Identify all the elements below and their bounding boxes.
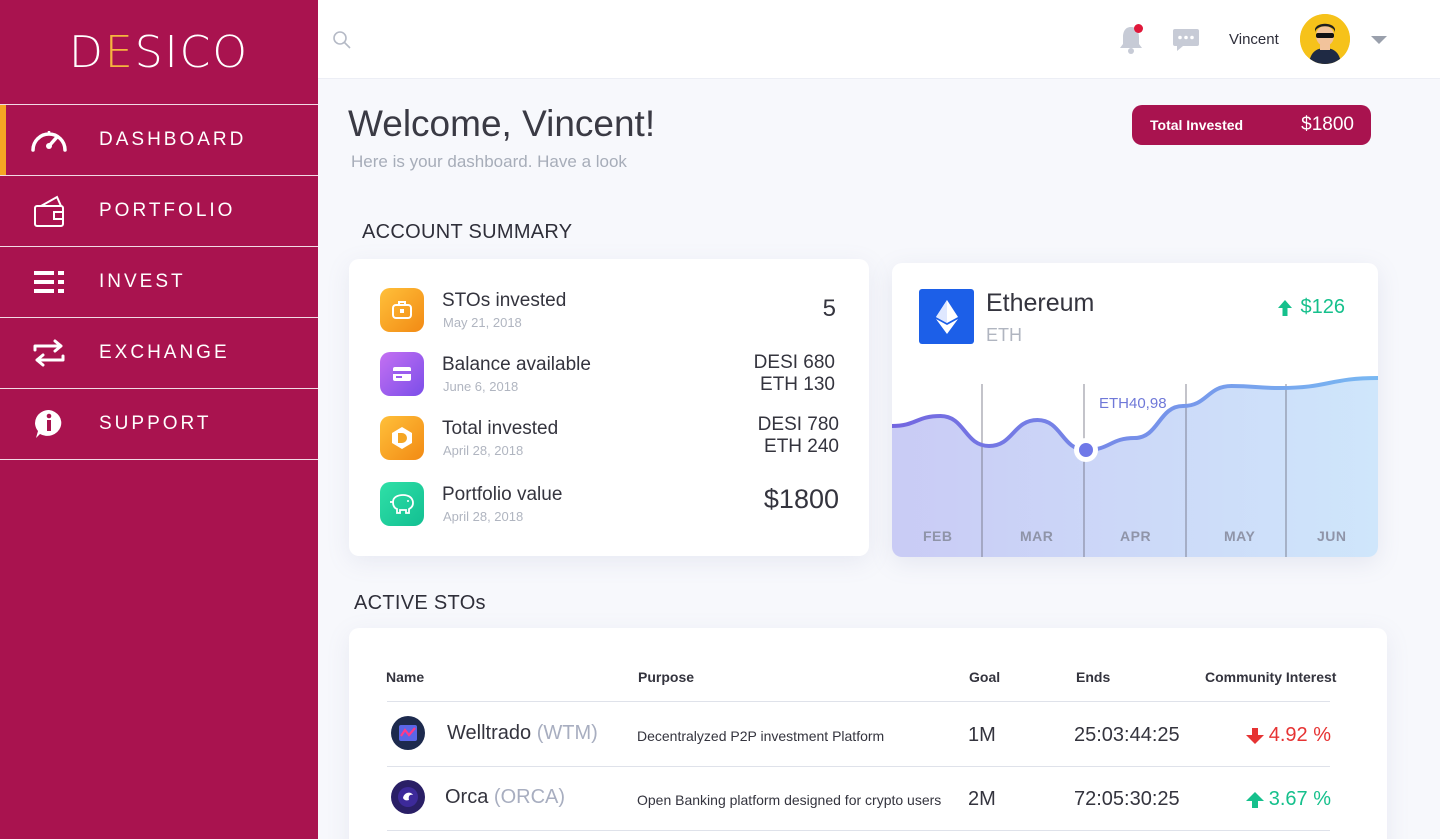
chart-x-label: MAR [1020, 528, 1054, 544]
sto-goal: 1M [968, 724, 996, 746]
summary-title: Balance available [442, 354, 591, 375]
sto-purpose: Decentralyzed P2P investment Platform [637, 728, 885, 744]
sto-ends: 25:03:44:25 [1074, 724, 1180, 746]
summary-title: STOs invested [442, 290, 567, 311]
summary-value: DESI 680 ETH 130 [753, 352, 835, 395]
summary-row: Portfolio value April 28, 2018 $1800 [349, 482, 869, 542]
top-bar: Vincent [318, 0, 1440, 79]
ethereum-card[interactable]: Ethereum ETH $126 ETH40,98 FEB MAR APR M… [892, 263, 1378, 557]
sidebar-item-label: PORTFOLIO [99, 200, 236, 221]
total-invested-label: Total Invested [1150, 117, 1244, 133]
sidebar-item-label: SUPPORT [99, 413, 212, 434]
sidebar-item-label: INVEST [99, 271, 186, 292]
column-header[interactable]: Purpose [638, 669, 694, 685]
summary-date: June 6, 2018 [443, 379, 519, 394]
ethereum-change: $126 [1277, 296, 1346, 319]
sidebar-item-portfolio[interactable]: PORTFOLIO [0, 176, 318, 247]
sidebar-item-exchange[interactable]: EXCHANGE [0, 318, 318, 389]
arrow-down-icon [1245, 727, 1264, 744]
active-stos-title: ACTIVE STOs [354, 592, 486, 614]
page-title: Welcome, Vincent! [348, 103, 656, 144]
summary-date: April 28, 2018 [443, 509, 524, 524]
briefcase-icon [380, 288, 424, 332]
column-header[interactable]: Goal [969, 669, 1000, 685]
chart-x-label: JUN [1317, 528, 1347, 544]
summary-title: Total invested [442, 418, 559, 439]
logo-text: DESICO [69, 26, 249, 78]
page-subtitle: Here is your dashboard. Have a look [351, 152, 627, 171]
notification-dot [1134, 24, 1143, 33]
table-row[interactable]: Orca (ORCA) Open Banking platform design… [349, 766, 1387, 830]
sidebar-item-support[interactable]: SUPPORT [0, 389, 318, 460]
total-invested-value: $1800 [1301, 114, 1354, 135]
table-row[interactable]: Welltrado (WTM) Decentralyzed P2P invest… [349, 702, 1387, 766]
summary-row: Balance available June 6, 2018 DESI 680 E… [349, 352, 869, 412]
sto-name: Welltrado (WTM) [447, 722, 598, 744]
sto-ends: 72:05:30:25 [1074, 788, 1180, 810]
summary-title: Portfolio value [442, 484, 563, 505]
summary-value: $1800 [763, 484, 839, 514]
sidebar-item-label: EXCHANGE [99, 342, 230, 363]
summary-row: Total invested April 28, 2018 DESI 780 ET… [349, 414, 869, 476]
summary-date: May 21, 2018 [443, 315, 522, 330]
column-header[interactable]: Community Interest [1205, 669, 1336, 685]
chart-highlight-point[interactable] [1079, 443, 1093, 457]
sto-name: Orca (ORCA) [445, 786, 566, 808]
ethereum-symbol: ETH [986, 325, 1022, 345]
chart-tooltip: ETH40,98 [1099, 395, 1167, 412]
user-name[interactable]: Vincent [1229, 31, 1279, 48]
sidebar-item-label: DASHBOARD [99, 129, 247, 150]
account-summary-title: ACCOUNT SUMMARY [362, 221, 573, 243]
sto-purpose: Open Banking platform designed for crypt… [637, 792, 942, 808]
total-invested-button[interactable]: Total Invested $1800 [1132, 105, 1371, 145]
ethereum-icon [919, 289, 974, 344]
sto-interest: 3.67 % [1245, 788, 1331, 811]
chart-x-label: APR [1120, 528, 1152, 544]
info-bubble-icon [28, 406, 70, 442]
chat-icon[interactable] [1171, 27, 1201, 58]
divider [387, 830, 1330, 831]
welltrado-logo-icon [391, 716, 425, 750]
speedometer-icon [28, 122, 70, 158]
account-summary-card: STOs invested May 21, 2018 5 Balance ava… [349, 259, 869, 556]
wallet-icon [28, 193, 70, 229]
summary-value: DESI 780 ETH 240 [757, 414, 839, 457]
card-icon [380, 352, 424, 396]
list-icon [28, 264, 70, 300]
orca-logo-icon [391, 780, 425, 814]
exchange-arrows-icon [28, 335, 70, 371]
desi-coin-icon [380, 416, 424, 460]
summary-row: STOs invested May 21, 2018 5 [349, 288, 869, 348]
column-header[interactable]: Ends [1076, 669, 1110, 685]
active-stos-table: Name Purpose Goal Ends Community Interes… [349, 628, 1387, 839]
arrow-up-icon [1277, 299, 1292, 316]
chevron-down-icon[interactable] [1371, 36, 1387, 44]
summary-date: April 28, 2018 [443, 443, 524, 458]
chart-x-label: FEB [923, 528, 953, 544]
piggy-bank-icon [380, 482, 424, 526]
ethereum-change-value: $126 [1300, 296, 1346, 318]
arrow-up-icon [1245, 791, 1264, 808]
column-header[interactable]: Name [386, 669, 424, 685]
sidebar: DESICO DASHBOARD PORTFOLIO INVEST EXCHAN… [0, 0, 318, 839]
search-icon[interactable] [332, 30, 352, 55]
sidebar-item-dashboard[interactable]: DASHBOARD [0, 105, 318, 176]
logo[interactable]: DESICO [0, 0, 318, 104]
sto-interest: 4.92 % [1245, 724, 1331, 747]
summary-value: 5 [822, 295, 836, 322]
sidebar-nav: DASHBOARD PORTFOLIO INVEST EXCHANGE SUPP… [0, 104, 318, 460]
sidebar-item-invest[interactable]: INVEST [0, 247, 318, 318]
chart-x-label: MAY [1224, 528, 1256, 544]
avatar[interactable] [1300, 14, 1350, 64]
sto-goal: 2M [968, 788, 996, 810]
ethereum-name: Ethereum [986, 289, 1095, 317]
